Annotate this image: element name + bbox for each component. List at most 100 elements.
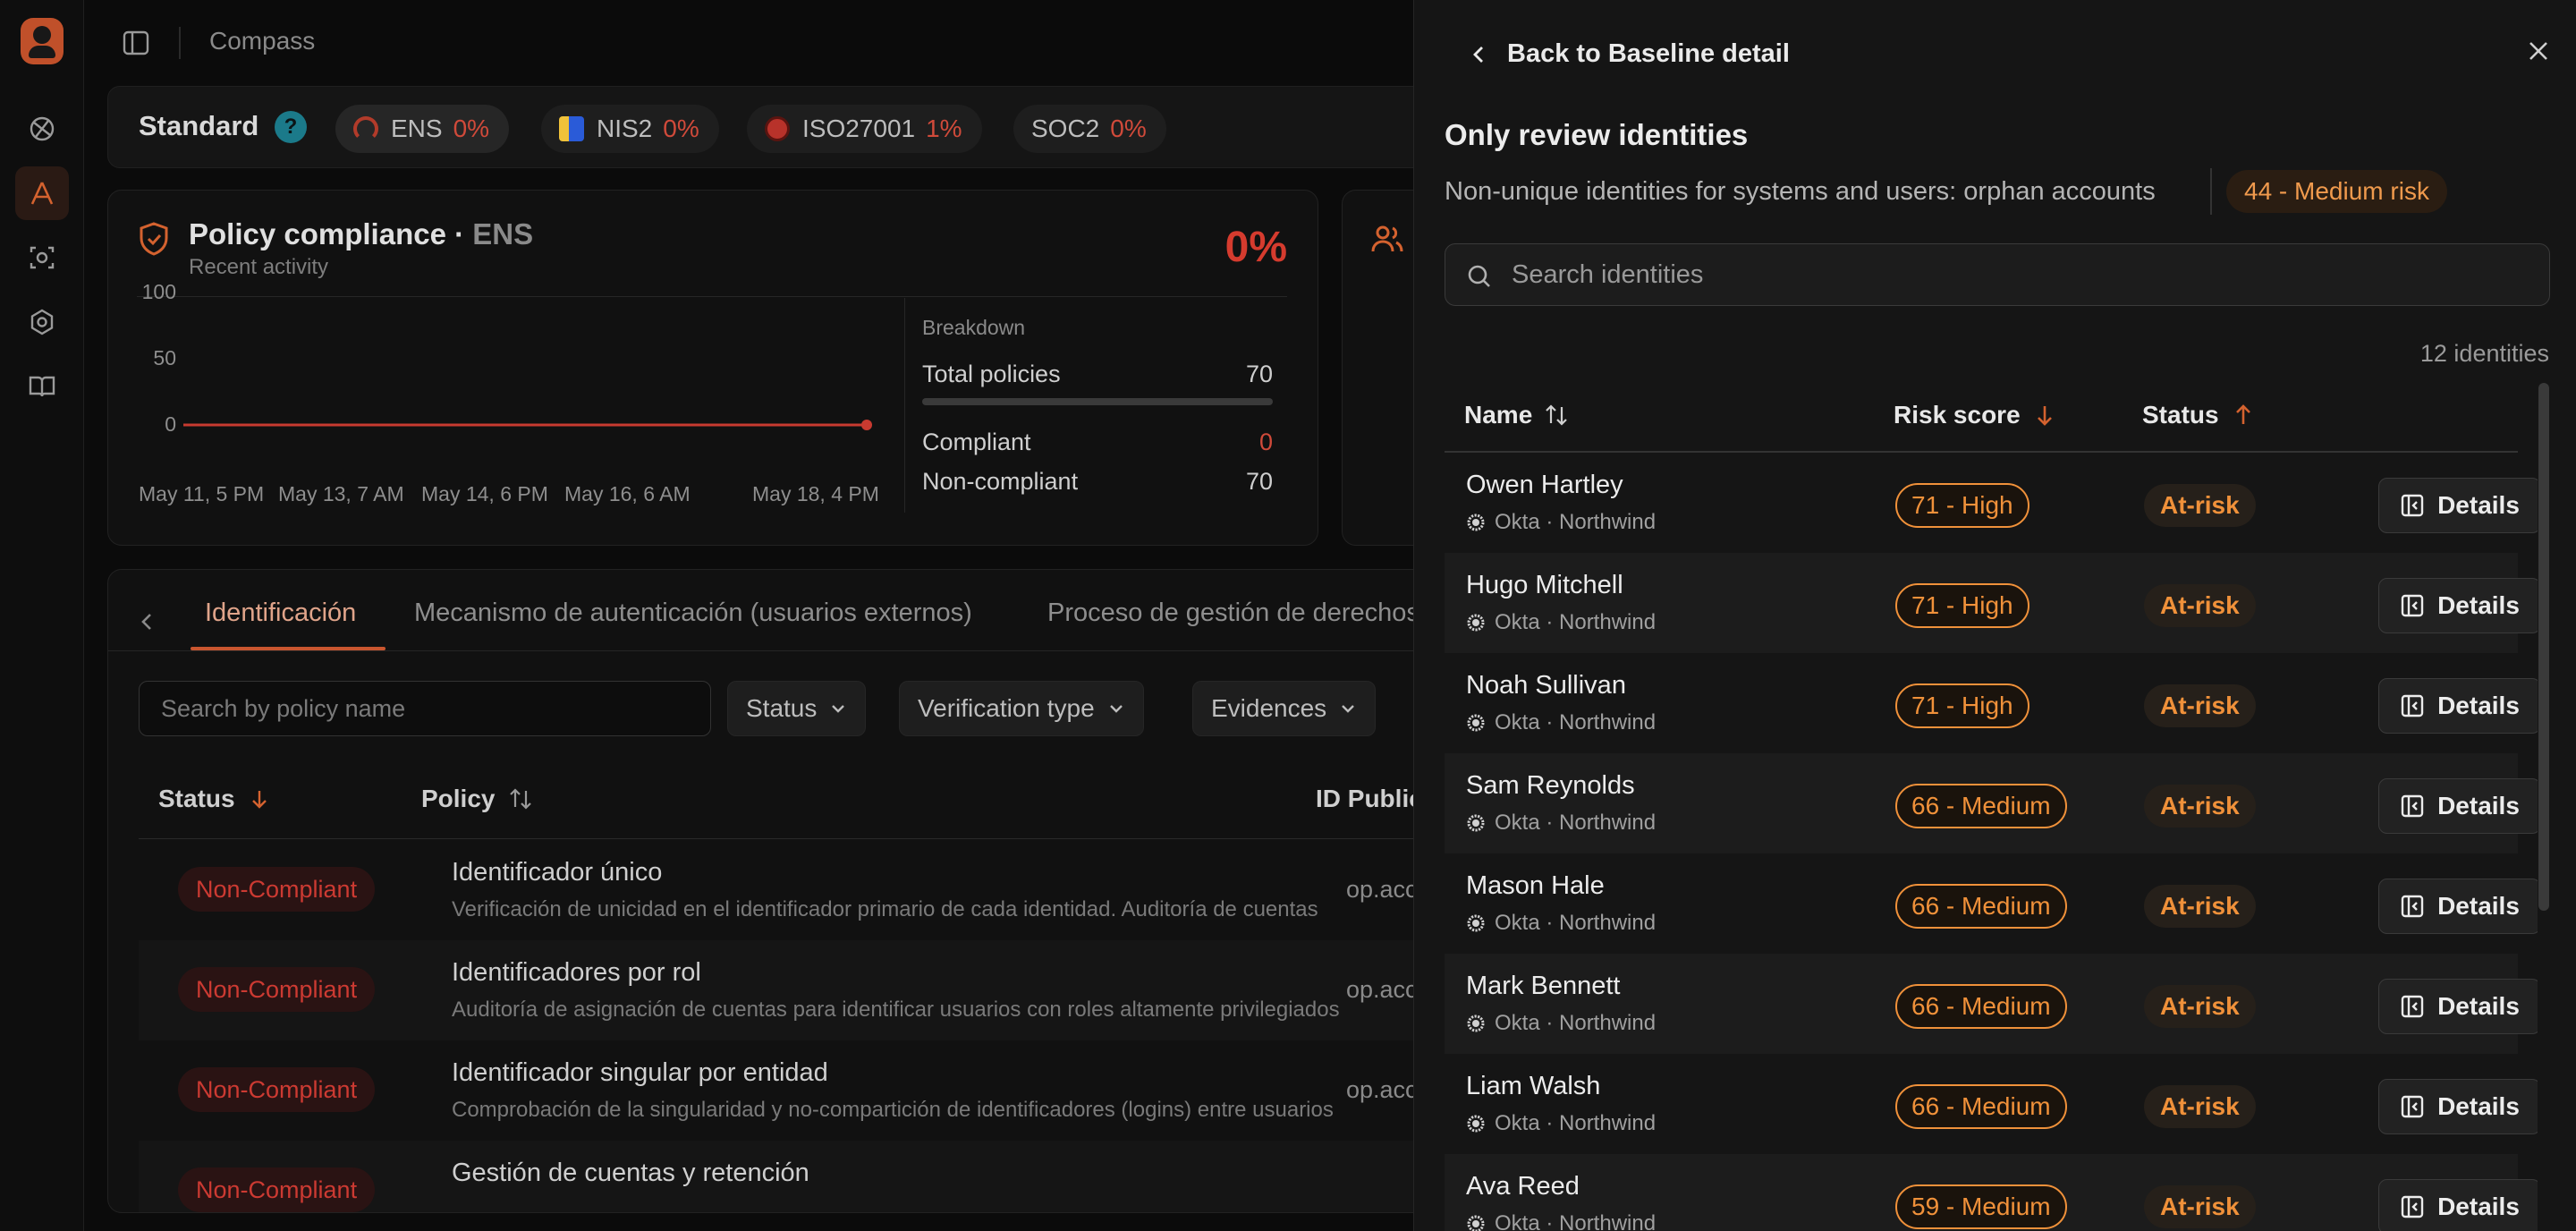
chevron-down-icon [1109,705,1123,713]
identity-row[interactable]: Owen Hartley Okta · Northwind 71 - High At-… [1445,453,2541,553]
table-row[interactable]: Non-Compliant Gestión de cuentas y reten… [139,1141,1466,1212]
ens-logo-icon [353,116,378,141]
panel-open-icon [2401,995,2424,1018]
sidebar-toggle-icon[interactable] [122,29,150,57]
risk-badge: 44 - Medium risk [2226,170,2447,213]
evidences-filter[interactable]: Evidences [1192,681,1377,736]
identity-source: Okta · Northwind [1466,510,1656,535]
table-row[interactable]: Non-Compliant Identificador singular por… [139,1040,1466,1141]
okta-icon [1467,614,1485,632]
column-status[interactable]: Status [2142,401,2257,429]
chip-percent: 0% [663,115,699,142]
tab-gestion-derechos[interactable]: Proceso de gestión de derechos de acceso [1047,599,1466,628]
table-header-divider [139,838,1466,839]
breadcrumb[interactable]: Compass [209,27,315,55]
okta-icon [1467,1215,1485,1231]
risk-score-badge: 71 - High [1895,583,2029,628]
header-label: Status [158,785,235,812]
standard-label: Standard [139,110,259,141]
details-button[interactable]: Details [2378,1079,2541,1134]
data-point[interactable] [861,420,872,430]
policy-search-input[interactable] [139,681,711,736]
back-to-baseline-link[interactable]: Back to Baseline detail [1468,39,1790,69]
identity-row[interactable]: Liam Walsh Okta · Northwind 66 - Medium At-… [1445,1054,2541,1154]
details-label: Details [2437,491,2520,519]
details-button[interactable]: Details [2378,778,2541,834]
chip-label: ISO27001 [802,115,916,142]
column-risk-score[interactable]: Risk score [1894,401,2058,429]
table-row[interactable]: Non-Compliant Identificador único Verifi… [139,840,1466,940]
total-value: 70 [1245,361,1273,387]
compliance-percent: 0% [1224,224,1287,271]
identity-search-input[interactable] [1512,244,2531,305]
details-button[interactable]: Details [2378,578,2541,633]
details-button[interactable]: Details [2378,1179,2541,1231]
nav-compass-icon[interactable] [15,166,69,220]
nav-scan-icon[interactable] [15,231,69,284]
details-label: Details [2437,892,2520,920]
nav-settings-icon[interactable] [15,295,69,349]
policy-tabs-card: Identificación Mecanismo de autenticació… [107,569,1467,1213]
identity-row[interactable]: Sam Reynolds Okta · Northwind 66 - Medium A… [1445,753,2541,853]
compliant-label: Compliant [922,429,1031,455]
okta-icon [1467,1115,1485,1133]
column-name[interactable]: Name [1464,401,1570,429]
tab-mecanismo-autenticacion[interactable]: Mecanismo de autenticación (usuarios ext… [414,599,972,628]
sort-both-icon [1546,404,1568,426]
table-row[interactable]: Non-Compliant Identificadores por rol Au… [139,940,1466,1040]
panel-open-icon [2401,1195,2424,1218]
standard-chip-ens[interactable]: ENS 0% [335,105,510,153]
identity-row[interactable]: Mark Bennett Okta · Northwind 66 - Medium A… [1445,954,2541,1054]
details-button[interactable]: Details [2378,979,2541,1034]
status-badge: At-risk [2144,1085,2256,1128]
okta-icon [1467,714,1485,732]
standard-chip-nis2[interactable]: NIS2 0% [541,105,719,153]
nav-dashboard-icon[interactable] [15,102,69,156]
policy-name: Identificador singular por entidad [452,1058,828,1087]
verification-type-filter[interactable]: Verification type [899,681,1144,736]
identity-row[interactable]: Mason Hale Okta · Northwind 66 - Medium At-… [1445,853,2541,954]
identity-search [1445,243,2550,306]
standard-chip-soc2[interactable]: SOC2 0% [1013,105,1166,153]
policy-description: Auditoría de asignación de cuentas para … [452,998,1340,1022]
okta-icon [1467,1015,1485,1032]
tabs-prev-icon[interactable] [135,609,160,634]
identity-source: Okta · Northwind [1466,911,1656,936]
tab-identificacion[interactable]: Identificación [205,599,356,628]
filter-label: Status [746,694,818,722]
app-logo[interactable] [21,18,64,64]
status-filter[interactable]: Status [727,681,867,736]
identity-count: 12 identities [2419,340,2549,367]
source-label: Okta · Northwind [1495,1011,1657,1035]
identity-row[interactable]: Hugo Mitchell Okta · Northwind 71 - High At… [1445,553,2541,653]
sort-asc-icon [2235,404,2250,424]
identity-name: Mark Bennett [1466,972,1621,1000]
scrollbar-thumb[interactable] [2538,383,2549,911]
details-button[interactable]: Details [2378,478,2541,533]
identity-row[interactable]: Noah Sullivan Okta · Northwind 71 - High At… [1445,653,2541,753]
panel-open-icon [2401,694,2424,717]
close-icon[interactable] [2525,38,2552,64]
identity-row[interactable]: Ava Reed Okta · Northwind 59 - Medium At-ri… [1445,1154,2541,1231]
status-badge: Non-Compliant [178,1167,376,1212]
total-label: Total policies [922,361,1061,387]
header-label: Name [1464,401,1533,429]
help-icon[interactable]: ? [275,111,307,143]
standard-selector: Standard ? ENS 0% NIS2 0% ISO27001 1% SO… [107,86,1449,168]
details-button[interactable]: Details [2378,678,2541,734]
identity-source: Okta · Northwind [1466,1011,1656,1036]
details-label: Details [2437,1092,2520,1120]
chip-label: ENS [391,115,443,142]
standard-chip-iso27001[interactable]: ISO27001 1% [747,105,982,153]
column-policy[interactable]: Policy [421,785,534,813]
nav-book-icon[interactable] [15,360,69,413]
details-button[interactable]: Details [2378,879,2541,934]
compliance-line-chart [183,420,872,430]
identity-source: Okta · Northwind [1466,610,1656,635]
source-label: Okta · Northwind [1495,1211,1657,1231]
iso-logo-icon [765,116,790,141]
details-label: Details [2437,792,2520,819]
identity-source: Okta · Northwind [1466,1211,1656,1231]
panel-open-icon [2401,895,2424,918]
column-status[interactable]: Status [158,785,271,813]
